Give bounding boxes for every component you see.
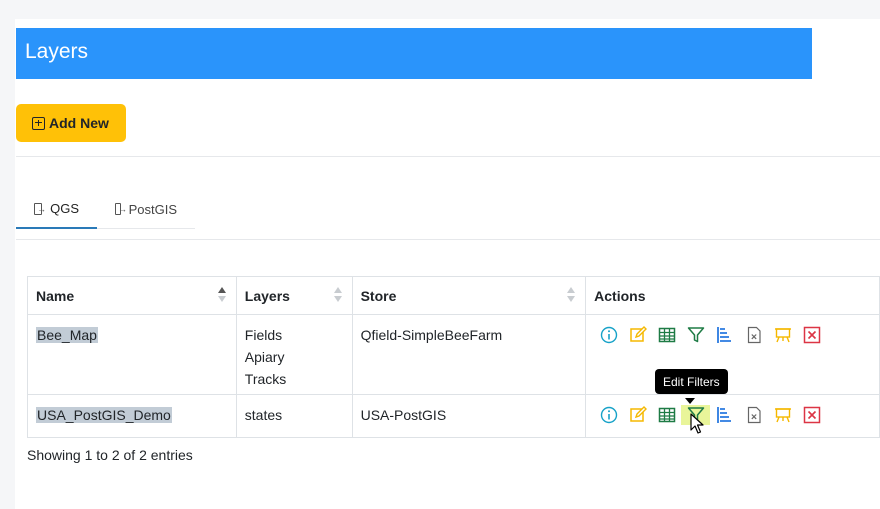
- layer-item: Tracks: [244, 371, 287, 387]
- filter-action-button[interactable]: [681, 325, 710, 345]
- layers-table: Name Layers Store Actions Bee_Map Fields…: [27, 276, 880, 438]
- mouse-pointer-icon: [690, 413, 704, 434]
- cell-store: Qfield-SimpleBeeFarm: [351, 314, 587, 395]
- arrow-in-box-icon: →: [115, 203, 127, 215]
- tree-list-icon: [716, 326, 734, 344]
- cell-actions: [585, 314, 880, 395]
- table-action-button[interactable]: [652, 325, 681, 345]
- file-x-icon: [745, 326, 763, 344]
- info-action-button[interactable]: [594, 405, 623, 425]
- sort-icon: [567, 287, 576, 303]
- arrow-in-box-icon: →: [34, 202, 46, 215]
- sort-icon: [333, 287, 342, 303]
- add-new-button[interactable]: Add New: [16, 104, 126, 142]
- column-header-actions: Actions: [585, 276, 880, 315]
- tree-list-action-button[interactable]: [710, 325, 739, 345]
- easel-icon: [774, 406, 792, 424]
- tooltip-arrow: [685, 398, 695, 404]
- edit-action-button[interactable]: [623, 405, 652, 425]
- column-header-label: Name: [36, 288, 75, 304]
- info-icon: [600, 406, 618, 424]
- layer-name[interactable]: Bee_Map: [36, 327, 98, 343]
- file-x-action-button[interactable]: [739, 325, 768, 345]
- row-actions: [594, 405, 871, 425]
- layer-item: Apiary: [244, 349, 285, 365]
- cell-store: USA-PostGIS: [351, 394, 587, 438]
- cell-layers: Fields Apiary Tracks: [235, 314, 353, 395]
- delete-action-button[interactable]: [797, 325, 826, 345]
- table-icon: [658, 326, 676, 344]
- column-header-layers[interactable]: Layers: [235, 276, 353, 315]
- tab-qgs[interactable]: → QGS: [16, 190, 97, 229]
- table-row: USA_PostGIS_Demo states USA-PostGIS: [27, 394, 880, 438]
- cell-name: USA_PostGIS_Demo: [27, 394, 237, 438]
- easel-icon: [774, 326, 792, 344]
- info-icon: [600, 326, 618, 344]
- tab-postgis[interactable]: → PostGIS: [97, 190, 195, 229]
- table-icon: [658, 406, 676, 424]
- column-header-name[interactable]: Name: [27, 276, 237, 315]
- info-action-button[interactable]: [594, 325, 623, 345]
- table-info: Showing 1 to 2 of 2 entries: [27, 447, 193, 463]
- layer-item: Fields: [244, 327, 283, 343]
- tree-list-action-button[interactable]: [710, 405, 739, 425]
- file-x-action-button[interactable]: [739, 405, 768, 425]
- sort-ascending-icon: [217, 287, 226, 303]
- tooltip: Edit Filters: [655, 369, 728, 394]
- delete-icon: [803, 406, 821, 424]
- column-header-store[interactable]: Store: [351, 276, 587, 315]
- cell-name: Bee_Map: [27, 314, 237, 395]
- row-actions: [594, 325, 871, 345]
- filter-icon: [687, 326, 705, 344]
- edit-icon: [629, 406, 647, 424]
- layer-name[interactable]: USA_PostGIS_Demo: [36, 407, 172, 423]
- easel-action-button[interactable]: [768, 405, 797, 425]
- left-gutter: [0, 19, 15, 509]
- tree-list-icon: [716, 406, 734, 424]
- column-header-label: Layers: [244, 288, 290, 304]
- edit-action-button[interactable]: [623, 325, 652, 345]
- page-title: Layers: [16, 28, 812, 79]
- easel-action-button[interactable]: [768, 325, 797, 345]
- cell-layers: states: [235, 394, 353, 438]
- column-header-label: Actions: [594, 288, 646, 304]
- top-bar-background: [0, 0, 880, 19]
- add-new-label: Add New: [49, 115, 109, 131]
- column-header-label: Store: [360, 288, 397, 304]
- table-action-button[interactable]: [652, 405, 681, 425]
- tab-qgs-label: QGS: [50, 201, 79, 216]
- delete-action-button[interactable]: [797, 405, 826, 425]
- cell-actions: [585, 394, 880, 438]
- plus-square-icon: [32, 116, 45, 130]
- delete-icon: [803, 326, 821, 344]
- tab-bar: → QGS → PostGIS: [16, 190, 195, 230]
- layer-item: states: [244, 407, 283, 423]
- edit-icon: [629, 326, 647, 344]
- file-x-icon: [745, 406, 763, 424]
- divider: [16, 156, 880, 157]
- tab-postgis-label: PostGIS: [128, 201, 177, 217]
- divider: [16, 239, 880, 240]
- table-row: Bee_Map Fields Apiary Tracks Qfield-Simp…: [27, 314, 880, 395]
